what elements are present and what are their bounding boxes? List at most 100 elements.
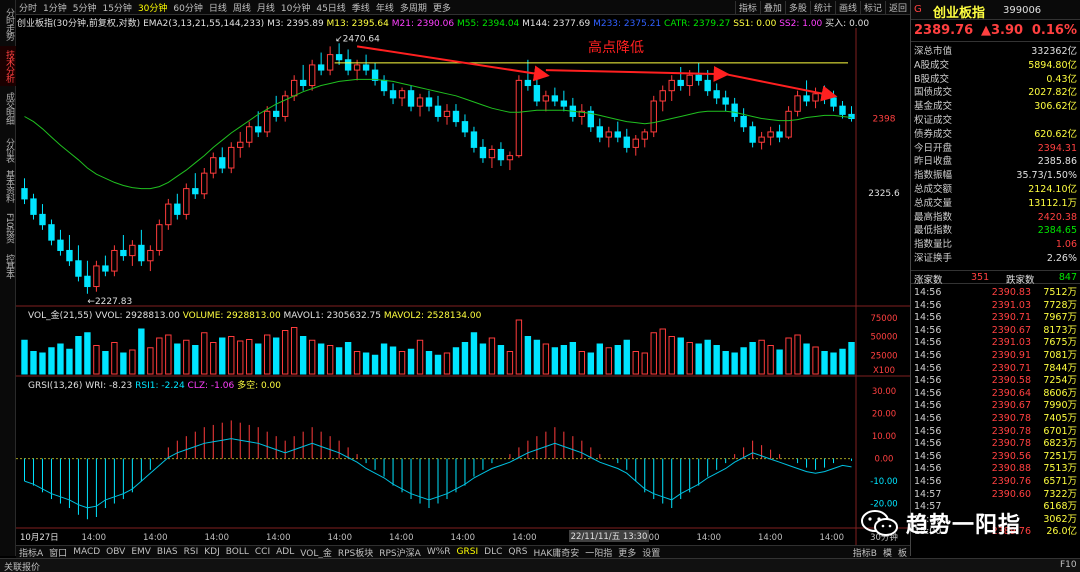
period-tab-3[interactable]: 15分钟	[99, 1, 134, 14]
candle-body	[416, 97, 424, 107]
volume-bar	[803, 343, 810, 375]
indicator-tab-8[interactable]: BOLL	[223, 547, 252, 557]
vertical-tab-6[interactable]: 控基本	[0, 246, 16, 286]
indicator-tab-21[interactable]: 设置	[639, 546, 663, 559]
period-tab-0[interactable]: 分时	[16, 1, 40, 14]
tick-row: 14:56 2391.03 7675万	[911, 337, 1080, 349]
indicator-tab-4[interactable]: EMV	[128, 547, 154, 557]
toolbar-right-item-4[interactable]: 画线	[834, 1, 860, 14]
candle-body	[138, 244, 145, 262]
indicator-tab-10[interactable]: ADL	[273, 547, 297, 557]
volume-bar	[264, 334, 271, 375]
status-right[interactable]: F10	[1060, 560, 1077, 570]
indicator-tab-9[interactable]: CCI	[252, 547, 273, 557]
period-tab-4[interactable]: 30分钟	[135, 1, 170, 14]
period-tab-14[interactable]: 更多	[430, 1, 454, 14]
toolbar-right-item-3[interactable]: 统计	[809, 1, 835, 14]
indicator-tab-16[interactable]: DLC	[481, 547, 505, 557]
ma-line	[24, 78, 852, 190]
volume-axis-tick: 50000	[870, 333, 897, 343]
vertical-tab-2[interactable]: 成交明细	[0, 88, 16, 128]
volume-bar	[641, 352, 648, 375]
vertical-tab-5[interactable]: F10投资	[0, 208, 16, 248]
indicator-tab-15[interactable]: GRSI	[454, 547, 482, 557]
tick-time: 14:56	[914, 413, 942, 424]
volume-bar	[434, 354, 442, 375]
candle-body	[533, 85, 541, 102]
period-tab-11[interactable]: 季线	[349, 1, 373, 14]
indicator-tab-0[interactable]: 指标A	[16, 546, 46, 559]
toolbar-right-item-6[interactable]: 返回	[884, 1, 910, 14]
indicator-tab-7[interactable]: KDJ	[201, 547, 223, 557]
grsi-axis-tick: 0.00	[875, 455, 894, 465]
indicator-tab-5[interactable]: BIAS	[154, 547, 181, 557]
indicator-right-tab-2[interactable]: 板	[895, 546, 910, 559]
indicator-right-tab-0[interactable]: 指标B	[850, 546, 880, 559]
vertical-tab-1[interactable]: 技术分析	[0, 46, 16, 86]
quote-row-value: 1.06	[1055, 239, 1077, 251]
tick-price: 2390.78	[991, 425, 1031, 437]
quote-row: 深总市值 332362亿	[911, 46, 1080, 58]
period-tab-1[interactable]: 1分钟	[40, 1, 70, 14]
indicator-tab-6[interactable]: RSI	[181, 547, 202, 557]
volume-bar	[506, 351, 514, 375]
indicator-tab-18[interactable]: HAK庸奇安	[530, 546, 582, 559]
indicator-right-tab-1[interactable]: 模	[880, 546, 895, 559]
indicator-tab-1[interactable]: 窗口	[46, 546, 70, 559]
candle-body	[129, 244, 136, 257]
indicator-tab-20[interactable]: 更多	[615, 546, 639, 559]
toolbar-right-item-1[interactable]: 叠加	[759, 1, 785, 14]
quote-row-label: 最高指数	[914, 211, 953, 223]
grsi-series	[16, 420, 853, 520]
quote-row-label: 昨日收盘	[914, 156, 953, 168]
tick-volume: 6701万	[1043, 425, 1077, 437]
indicator-tab-12[interactable]: RPS板块	[335, 546, 376, 559]
vertical-tab-3[interactable]: 分价表	[0, 130, 16, 170]
toolbar-right-item-5[interactable]: 标记	[859, 1, 885, 14]
period-tab-6[interactable]: 日线	[206, 1, 230, 14]
indicator-tab-11[interactable]: VOL_金	[297, 546, 335, 559]
candle-body	[641, 131, 648, 140]
chart-area[interactable]: 高点降低 ↙2470.64 ←2227.83 2398 2325.6 75000 5000…	[16, 28, 910, 545]
candle-body	[704, 79, 711, 92]
vertical-tab-0[interactable]: 分时走势	[0, 4, 16, 44]
toolbar-right-item-0[interactable]: 指标	[734, 1, 760, 14]
candle-body	[210, 157, 217, 174]
period-tab-12[interactable]: 年线	[373, 1, 397, 14]
period-tab-13[interactable]: 多周期	[397, 1, 430, 14]
quote-row-label: 国债成交	[914, 87, 953, 99]
tick-row: 14:56 2390.67 7990万	[911, 400, 1080, 412]
tick-time: 14:56	[914, 400, 942, 412]
indicator-tab-2[interactable]: MACD	[70, 547, 103, 557]
period-tab-2[interactable]: 5分钟	[70, 1, 100, 14]
mavol2-value: MAVOL2: 2528134.00	[383, 311, 482, 321]
tick-price: 2390.76	[991, 476, 1031, 487]
tick-row: 14:56 2390.78 6823万	[911, 438, 1080, 450]
indicator-tab-14[interactable]: W%R	[424, 547, 454, 557]
period-tab-7[interactable]: 周线	[230, 1, 254, 14]
indicator-tab-3[interactable]: OBV	[103, 547, 128, 557]
status-left[interactable]: 关联报价	[4, 560, 40, 572]
period-tab-10[interactable]: 45日线	[313, 1, 348, 14]
tick-volume: 7254万	[1043, 375, 1077, 387]
vertical-tab-4[interactable]: 基本资料	[0, 166, 16, 206]
volume-bar	[560, 345, 568, 375]
toolbar-right-item-2[interactable]: 多股	[784, 1, 810, 14]
quote-row: 指数振幅 35.73/1.50%	[911, 170, 1080, 182]
period-tab-8[interactable]: 月线	[254, 1, 278, 14]
period-tab-5[interactable]: 60分钟	[170, 1, 205, 14]
period-tab-9[interactable]: 10分钟	[278, 1, 313, 14]
tick-price: 2390.56	[991, 450, 1031, 462]
candle-body	[66, 249, 73, 262]
candle-body	[515, 79, 523, 157]
candle-body	[75, 260, 82, 277]
time-axis-label: 14:00	[328, 533, 353, 543]
quote-row: 最高指数 2420.38	[911, 212, 1080, 224]
indicator-tab-19[interactable]: 一阳指	[582, 546, 615, 559]
indicator-tab-13[interactable]: RPS沪深A	[376, 546, 424, 559]
indicator-tab-17[interactable]: QRS	[505, 547, 530, 557]
candle-body	[362, 64, 370, 71]
candle-body	[722, 97, 729, 105]
volume-bar	[344, 342, 352, 375]
candle-body	[731, 103, 738, 117]
